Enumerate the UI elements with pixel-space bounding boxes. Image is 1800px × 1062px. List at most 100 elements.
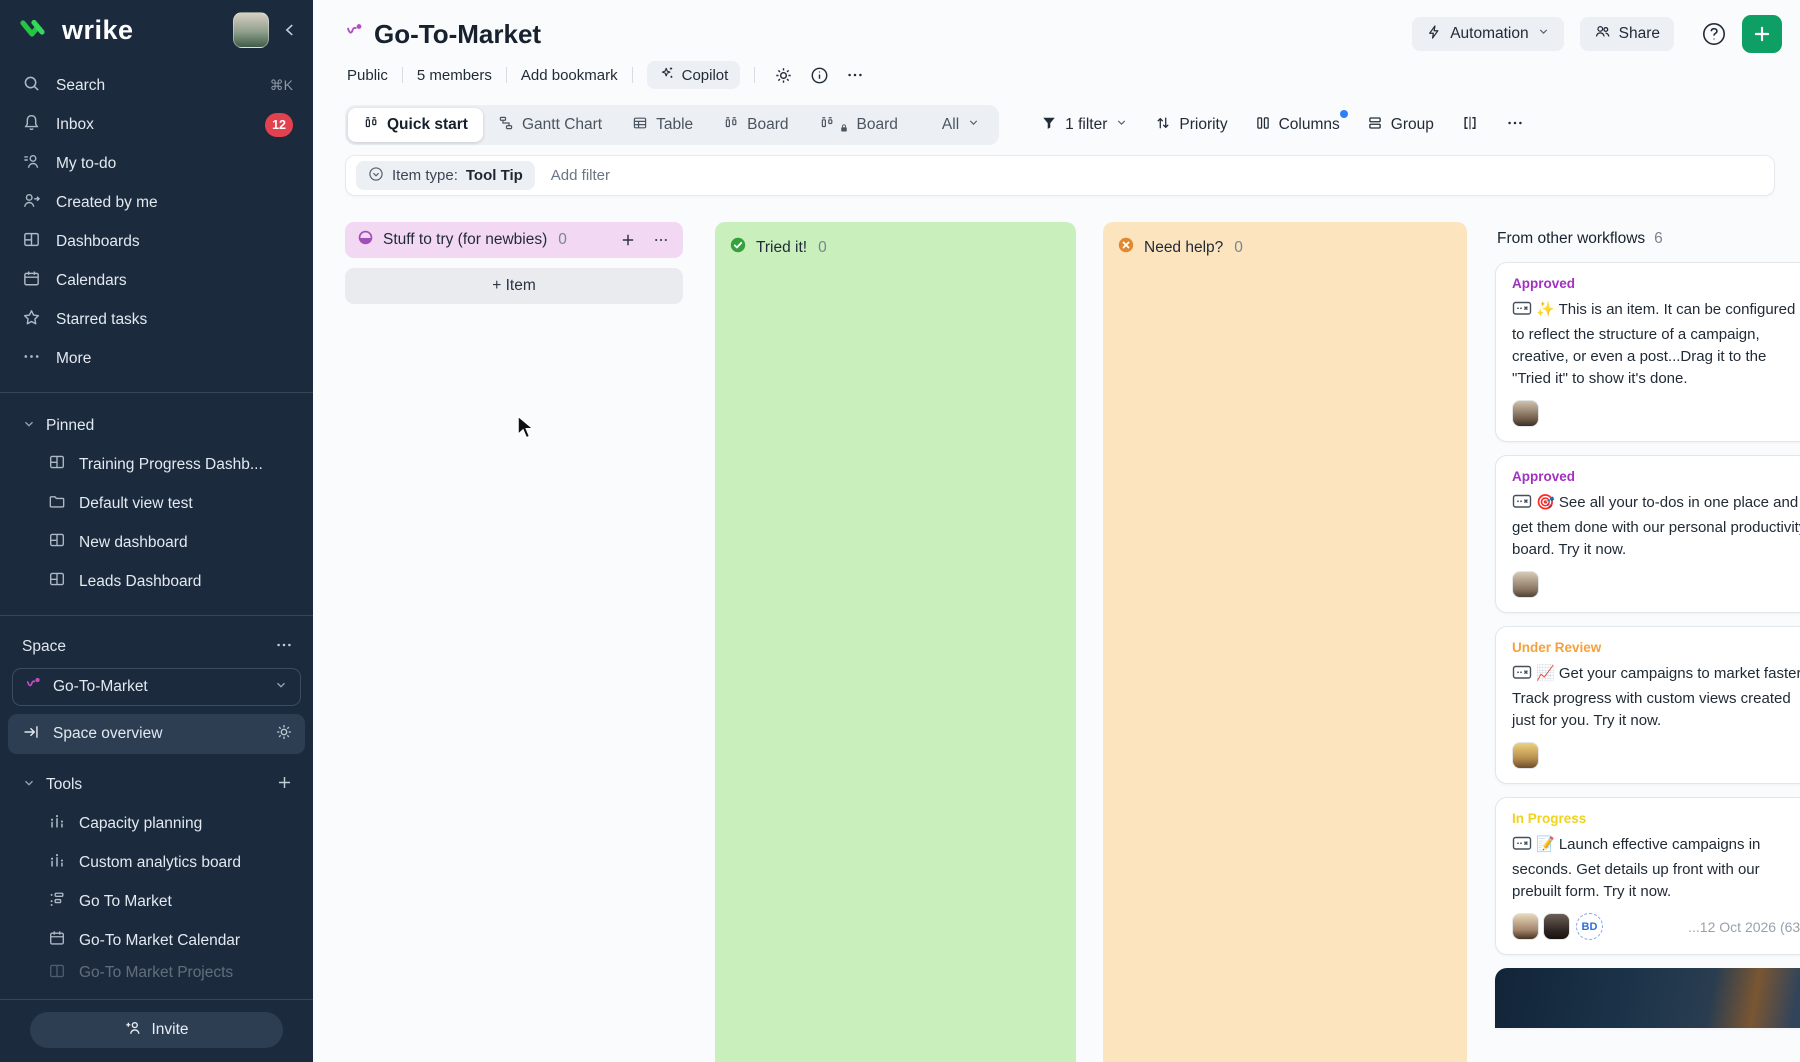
sidebar-item-custom-analytics[interactable]: Custom analytics board: [0, 843, 313, 882]
invite-bar: Invite: [0, 999, 313, 1062]
automation-button[interactable]: Automation: [1412, 17, 1563, 51]
visibility-label[interactable]: Public: [347, 67, 388, 84]
group-control[interactable]: Group: [1367, 115, 1434, 136]
sidebar-item-created-by-me[interactable]: Created by me: [0, 183, 313, 222]
sidebar-item-my-todo[interactable]: My to-do: [0, 144, 313, 183]
sidebar-item-search[interactable]: Search ⌘K: [0, 66, 313, 105]
share-button[interactable]: Share: [1580, 17, 1674, 51]
panel-toggle-control[interactable]: [1461, 114, 1479, 137]
add-item-button[interactable]: + Item: [345, 268, 683, 304]
column-header[interactable]: Stuff to try (for newbies) 0: [345, 222, 683, 258]
copilot-button[interactable]: Copilot: [647, 61, 741, 89]
create-new-button[interactable]: [1742, 15, 1782, 53]
add-tool-icon[interactable]: [276, 774, 293, 796]
tab-board[interactable]: Board: [708, 108, 803, 142]
sidebar-item-training-progress[interactable]: Training Progress Dashb...: [0, 445, 313, 484]
column-header[interactable]: Tried it! 0: [727, 233, 1064, 262]
sidebar-item-leads-dashboard[interactable]: Leads Dashboard: [0, 562, 313, 601]
card-footer: BD ...12 Oct 2026 (631: [1512, 913, 1800, 940]
task-card[interactable]: In Progress 📝 Launch effective campaigns…: [1495, 797, 1800, 955]
column-need-help-area[interactable]: Need help? 0: [1103, 222, 1467, 1062]
dashboards-label: Dashboards: [56, 233, 293, 251]
tab-board-locked[interactable]: Board: [804, 108, 913, 142]
info-icon[interactable]: [805, 61, 833, 89]
sidebar-item-dashboards[interactable]: Dashboards: [0, 222, 313, 261]
columns-icon: [1255, 115, 1271, 136]
ellipsis-icon: [1506, 114, 1524, 137]
lock-icon: [839, 120, 849, 138]
board-list-icon: [48, 890, 66, 913]
task-card[interactable]: Under Review 📈 Get your campaigns to mar…: [1495, 626, 1800, 784]
filter-control[interactable]: 1 filter: [1041, 115, 1128, 136]
divider: [754, 67, 755, 83]
avatar[interactable]: [1512, 742, 1539, 769]
card-text: 📝 Launch effective campaigns in seconds.…: [1512, 834, 1800, 903]
avatar[interactable]: [1512, 913, 1539, 940]
sidebar-item-new-dashboard[interactable]: New dashboard: [0, 523, 313, 562]
invite-button[interactable]: Invite: [30, 1012, 283, 1048]
card-text: 🎯 See all your to-dos in one place and g…: [1512, 492, 1800, 561]
pinned-item-label: New dashboard: [79, 534, 188, 552]
tools-section-header[interactable]: Tools: [0, 766, 313, 804]
wrike-logo[interactable]: wrike: [20, 15, 134, 46]
add-card-icon[interactable]: [616, 228, 640, 252]
task-card-image[interactable]: [1495, 968, 1800, 1028]
avatar[interactable]: [1543, 913, 1570, 940]
todo-person-icon: [22, 152, 41, 176]
status-badge: Approved: [1512, 276, 1800, 291]
sidebar-item-capacity-planning[interactable]: Capacity planning: [0, 804, 313, 843]
space-more-icon[interactable]: [275, 636, 293, 659]
add-filter-link[interactable]: Add filter: [551, 167, 610, 184]
help-button[interactable]: [1698, 18, 1730, 50]
sidebar-item-gtm-calendar[interactable]: Go-To Market Calendar: [0, 921, 313, 960]
members-link[interactable]: 5 members: [417, 67, 492, 84]
dashboard-icon: [48, 570, 66, 593]
header-more-icon[interactable]: [841, 61, 869, 89]
item-type-filter-chip[interactable]: Item type: Tool Tip: [356, 161, 535, 190]
panel-toggle-icon: [1461, 114, 1479, 137]
chevron-down-icon: [1537, 25, 1550, 43]
page-title: Go-To-Market: [374, 19, 541, 50]
sidebar-item-go-to-market-board[interactable]: Go To Market: [0, 882, 313, 921]
funnel-icon: [1041, 115, 1057, 136]
collapse-sidebar-icon[interactable]: [281, 21, 299, 39]
gear-icon[interactable]: [275, 723, 293, 746]
columns-control[interactable]: Columns: [1255, 115, 1340, 136]
sidebar-item-starred[interactable]: Starred tasks: [0, 300, 313, 339]
sidebar-item-calendars[interactable]: Calendars: [0, 261, 313, 300]
pinned-section-header[interactable]: Pinned: [0, 407, 313, 445]
avatar[interactable]: [1512, 571, 1539, 598]
column-header[interactable]: Need help? 0: [1115, 233, 1455, 262]
tab-label: Gantt Chart: [522, 116, 602, 134]
user-avatar[interactable]: [233, 12, 269, 48]
sidebar-item-default-view-test[interactable]: Default view test: [0, 484, 313, 523]
page-header: Go-To-Market Automation Share: [345, 14, 1782, 54]
assignee-badge[interactable]: BD: [1576, 913, 1603, 940]
task-card[interactable]: Approved 🎯 See all your to-dos in one pl…: [1495, 455, 1800, 613]
tab-table[interactable]: Table: [617, 108, 708, 142]
tab-quick-start[interactable]: Quick start: [348, 108, 483, 142]
toolbar-more-control[interactable]: [1506, 114, 1524, 137]
priority-label: Priority: [1179, 116, 1227, 134]
status-badge: Under Review: [1512, 640, 1800, 655]
column-more-icon[interactable]: [649, 228, 673, 252]
sidebar-item-inbox[interactable]: Inbox 12: [0, 105, 313, 144]
tool-item-label: Go To Market: [79, 893, 172, 911]
column-header: From other workflows 6: [1495, 222, 1800, 262]
card-text: 📈 Get your campaigns to market faster. T…: [1512, 663, 1800, 732]
avatar[interactable]: [1512, 400, 1539, 427]
circle-chevron-icon: [368, 166, 384, 186]
column-tried-it-area[interactable]: Tried it! 0: [715, 222, 1076, 1062]
task-card[interactable]: Approved ✨ This is an item. It can be co…: [1495, 262, 1800, 442]
tab-all-views[interactable]: All: [927, 108, 995, 142]
add-bookmark-link[interactable]: Add bookmark: [521, 67, 618, 84]
sidebar-item-gtm-projects[interactable]: Go-To Market Projects: [0, 960, 313, 986]
sidebar-item-space-overview[interactable]: Space overview: [8, 714, 305, 754]
tab-gantt-chart[interactable]: Gantt Chart: [483, 108, 617, 142]
automation-label: Automation: [1450, 25, 1528, 43]
priority-sort-control[interactable]: Priority: [1155, 115, 1227, 136]
settings-gear-icon[interactable]: [769, 61, 797, 89]
space-selector[interactable]: Go-To-Market: [12, 668, 301, 706]
tooltip-item-icon: [1512, 300, 1532, 324]
sidebar-item-more[interactable]: More: [0, 339, 313, 378]
